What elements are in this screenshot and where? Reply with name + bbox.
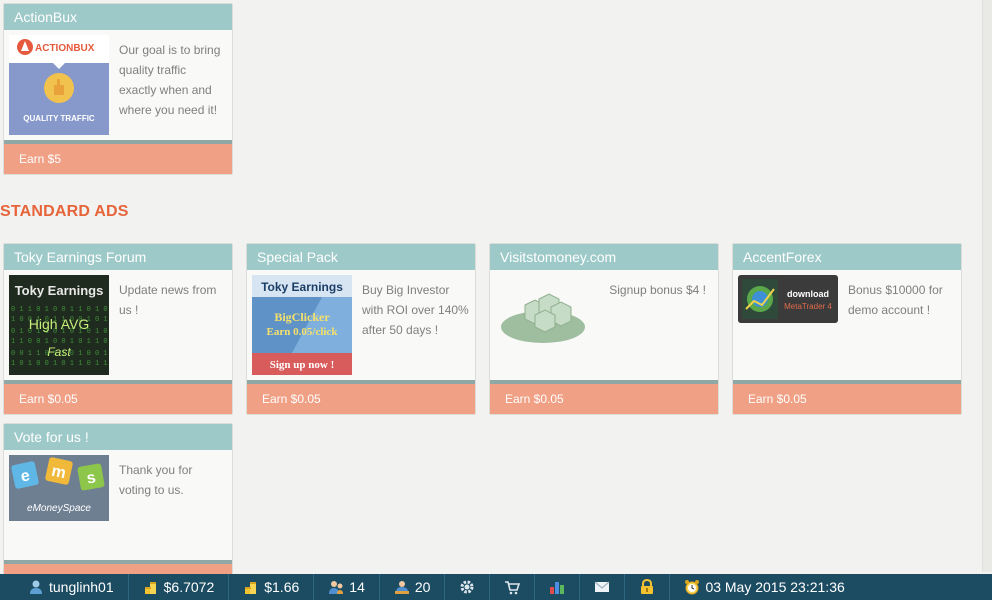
special-line4: Sign up now ! [270,359,335,371]
user-icon [28,579,44,595]
balance2-value: $1.66 [264,579,300,595]
envelope-icon [594,579,610,595]
datetime-value: 03 May 2015 23:21:36 [705,579,845,595]
main-balance[interactable]: $6.7072 [129,574,230,600]
svg-text:0 1 1 0 1 0 0 1 1 0 1 0: 0 1 1 0 1 0 0 1 1 0 1 0 [11,306,108,314]
scrollbar-track[interactable] [982,0,992,572]
ad-card-description: Thank you for voting to us. [119,463,193,497]
toky-forum-thumbnail[interactable]: 0 1 1 0 1 0 0 1 1 0 1 0 1 0 0 1 0 1 1 0 … [9,275,109,375]
special-line3: Earn 0.05/click [267,326,339,338]
bottom-status-bar: tunglinh01 $6.7072 $1.66 14 20 03 May 20… [0,574,992,600]
mt-line1: download [787,289,829,299]
rented-referrals[interactable]: 20 [380,574,446,600]
ad-card-title[interactable]: Visitstomoney.com [490,244,718,270]
ad-card-description: Our goal is to bring quality traffic exa… [119,43,221,117]
page: ActionBux ACTIONBUX QUALITY TRAFFIC Our … [0,0,982,600]
ad-card-toky-forum[interactable]: Toky Earnings Forum 0 1 1 0 1 0 0 1 1 0 … [3,243,233,415]
actionbux-thumbnail[interactable]: ACTIONBUX QUALITY TRAFFIC [9,35,109,135]
ad-card-title[interactable]: ActionBux [4,4,232,30]
ad-card-title[interactable]: Vote for us ! [4,424,232,450]
toky-line2: High AVG [29,316,89,332]
messages-button[interactable] [580,574,626,600]
ems-caption: eMoneySpace [27,503,91,514]
svg-text:1 0 1 0 0 1 0 1 1 0 1 1: 1 0 1 0 0 1 0 1 1 0 1 1 [11,360,108,368]
ad-card-actionbux[interactable]: ActionBux ACTIONBUX QUALITY TRAFFIC Our … [3,3,233,175]
alarm-clock-icon [684,579,700,595]
ad-card-title[interactable]: AccentForex [733,244,961,270]
earn-button[interactable]: Earn $0.05 [490,380,718,414]
coins-icon [243,579,259,595]
settings-button[interactable] [445,574,491,600]
referrals-count: 14 [349,579,365,595]
ad-card-description: Update news from us ! [119,283,217,317]
ad-card-description: Signup bonus $4 ! [609,283,706,297]
special-line2: BigClicker [274,310,330,324]
user-menu[interactable]: tunglinh01 [0,574,129,600]
stats-button[interactable] [535,574,581,600]
gear-icon [459,579,475,595]
toky-line3: Fast [47,345,71,359]
lock-icon [639,578,655,595]
direct-referrals[interactable]: 14 [314,574,380,600]
ad-card-visitstomoney[interactable]: Visitstomoney.com Signup bonus $4 ! Earn… [489,243,719,415]
earn-button[interactable]: Earn $0.05 [733,380,961,414]
actionbux-caption: QUALITY TRAFFIC [23,114,95,123]
ad-card-description: Bonus $10000 for demo account ! [848,283,943,317]
ad-card-title[interactable]: Toky Earnings Forum [4,244,232,270]
earn-button[interactable]: Earn $5 [4,140,232,174]
purchase-balance[interactable]: $1.66 [229,574,315,600]
balance-value: $6.7072 [163,579,215,595]
referrals-icon [328,579,344,595]
special-pack-thumbnail[interactable]: Toky Earnings BigClicker Earn 0.05/click… [252,275,352,375]
cart-icon [504,579,521,595]
coins-icon [143,579,159,595]
metatrader-thumbnail[interactable]: download MetaTrader 4 [738,275,838,323]
earn-button[interactable]: Earn $0.05 [4,380,232,414]
section-title: STANDARD ADS [0,203,129,220]
server-clock: 03 May 2015 23:21:36 [670,574,858,600]
mt-line2: MetaTrader 4 [784,302,832,311]
special-line1: Toky Earnings [261,280,343,294]
rented-referrals-icon [394,579,410,595]
ad-card-description: Buy Big Investor with ROI over 140% afte… [362,283,469,337]
money-stacks-thumbnail[interactable] [495,275,595,375]
toky-line1: Toky Earnings [15,283,104,298]
ad-card-title[interactable]: Special Pack [247,244,475,270]
earn-button[interactable]: Earn $0.05 [247,380,475,414]
ad-card-vote[interactable]: Vote for us ! e m s eMoneySpace Thank yo… [3,423,233,595]
ad-card-accentforex[interactable]: AccentForex download MetaTrader 4 Bonus … [732,243,962,415]
cart-button[interactable] [490,574,536,600]
username: tunglinh01 [49,579,114,595]
actionbux-brand: ACTIONBUX [35,43,95,54]
logout-button[interactable] [625,574,671,600]
emoneyspace-thumbnail[interactable]: e m s eMoneySpace [9,455,109,521]
rented-count: 20 [414,579,431,595]
ad-card-special-pack[interactable]: Special Pack Toky Earnings BigClicker Ea… [246,243,476,415]
bar-chart-icon [549,579,565,595]
